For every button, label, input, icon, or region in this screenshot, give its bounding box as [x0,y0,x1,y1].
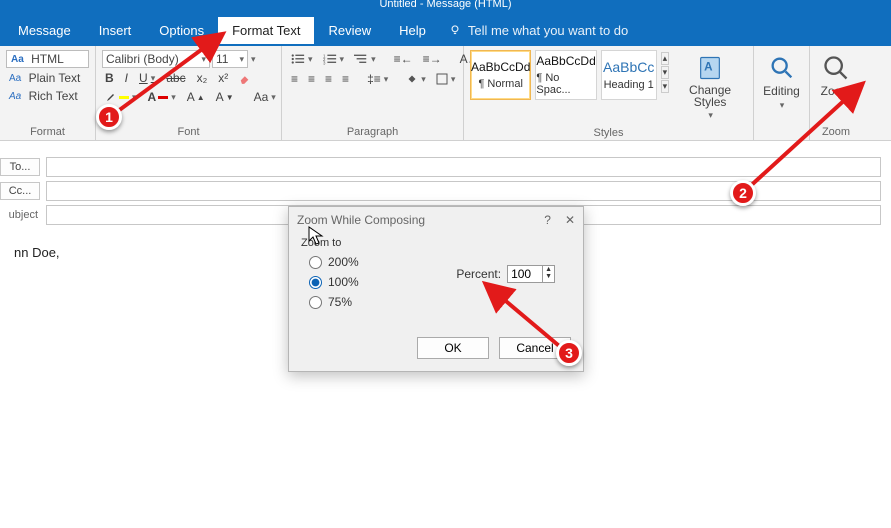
tab-message[interactable]: Message [4,17,85,44]
html-format-button[interactable]: Aa HTML [6,50,89,68]
annotation-arrow-1 [110,30,240,120]
border-icon [436,73,448,85]
align-left-button[interactable]: ≡ [288,71,301,87]
numbering-icon: 123 [323,53,337,65]
shading-button[interactable]: ▾ [403,72,429,86]
justify-button[interactable]: ≡ [339,71,352,87]
font-group-label: Font [102,124,275,138]
change-case-button[interactable]: Aa▾ [251,89,279,105]
eraser-icon [239,71,253,85]
plain-text-button[interactable]: Aa Plain Text [6,70,89,86]
percent-down-button[interactable]: ▼ [543,273,554,280]
rich-text-button[interactable]: Aa Rich Text [6,88,89,104]
format-group-label: Format [6,124,89,138]
cursor-icon [308,226,324,246]
tab-help[interactable]: Help [385,17,440,44]
multilevel-button[interactable]: ▾ [351,52,379,66]
subject-label: ubject [0,209,40,221]
lightbulb-icon [448,23,462,37]
svg-text:3: 3 [323,60,326,65]
cc-button[interactable]: Cc... [0,182,40,200]
find-icon [768,54,796,82]
dialog-title: Zoom While Composing [297,213,425,227]
line-spacing-button[interactable]: ‡≡▾ [364,71,391,87]
window-title: Untitled - Message (HTML) [0,0,891,14]
styles-more-button[interactable]: ▾ [661,80,670,93]
style-normal[interactable]: AaBbCcDd¶ Normal [470,50,531,100]
align-right-button[interactable]: ≡ [322,71,335,87]
numbering-button[interactable]: 123▾ [320,52,348,66]
dialog-help-button[interactable]: ? [544,213,551,227]
zoom-icon [822,54,850,82]
styles-group-label: Styles [470,125,747,139]
tell-me-search[interactable]: Tell me what you want to do [468,23,628,38]
change-styles-button[interactable]: A Change Styles▾ [673,50,747,125]
align-center-button[interactable]: ≡ [305,71,318,87]
ok-button[interactable]: OK [417,337,489,359]
to-button[interactable]: To... [0,158,40,176]
borders-button[interactable]: ▾ [433,72,459,86]
callout-2: 2 [730,180,756,206]
increase-indent-button[interactable]: ≡→ [420,51,445,67]
percent-label: Percent: [456,267,501,281]
styles-up-button[interactable]: ▴ [661,52,670,65]
dialog-close-button[interactable]: ✕ [565,213,575,227]
change-styles-icon: A [696,54,724,82]
zoom-to-label: Zoom to [301,237,571,249]
bullets-icon [291,53,305,65]
bullets-button[interactable]: ▾ [288,52,316,66]
tab-review[interactable]: Review [314,17,385,44]
callout-3: 3 [556,340,582,366]
style-nospacing[interactable]: AaBbCcDd¶ No Spac... [535,50,596,100]
annotation-arrow-2 [740,80,880,200]
paragraph-group-label: Paragraph [288,124,457,138]
svg-text:A: A [704,60,713,73]
callout-1: 1 [96,104,122,130]
percent-up-button[interactable]: ▲ [543,266,554,273]
decrease-indent-button[interactable]: ≡← [391,51,416,67]
paint-bucket-icon [406,73,418,85]
style-heading1[interactable]: AaBbCcHeading 1 [601,50,657,100]
multilevel-icon [354,53,368,65]
styles-down-button[interactable]: ▾ [661,66,670,79]
